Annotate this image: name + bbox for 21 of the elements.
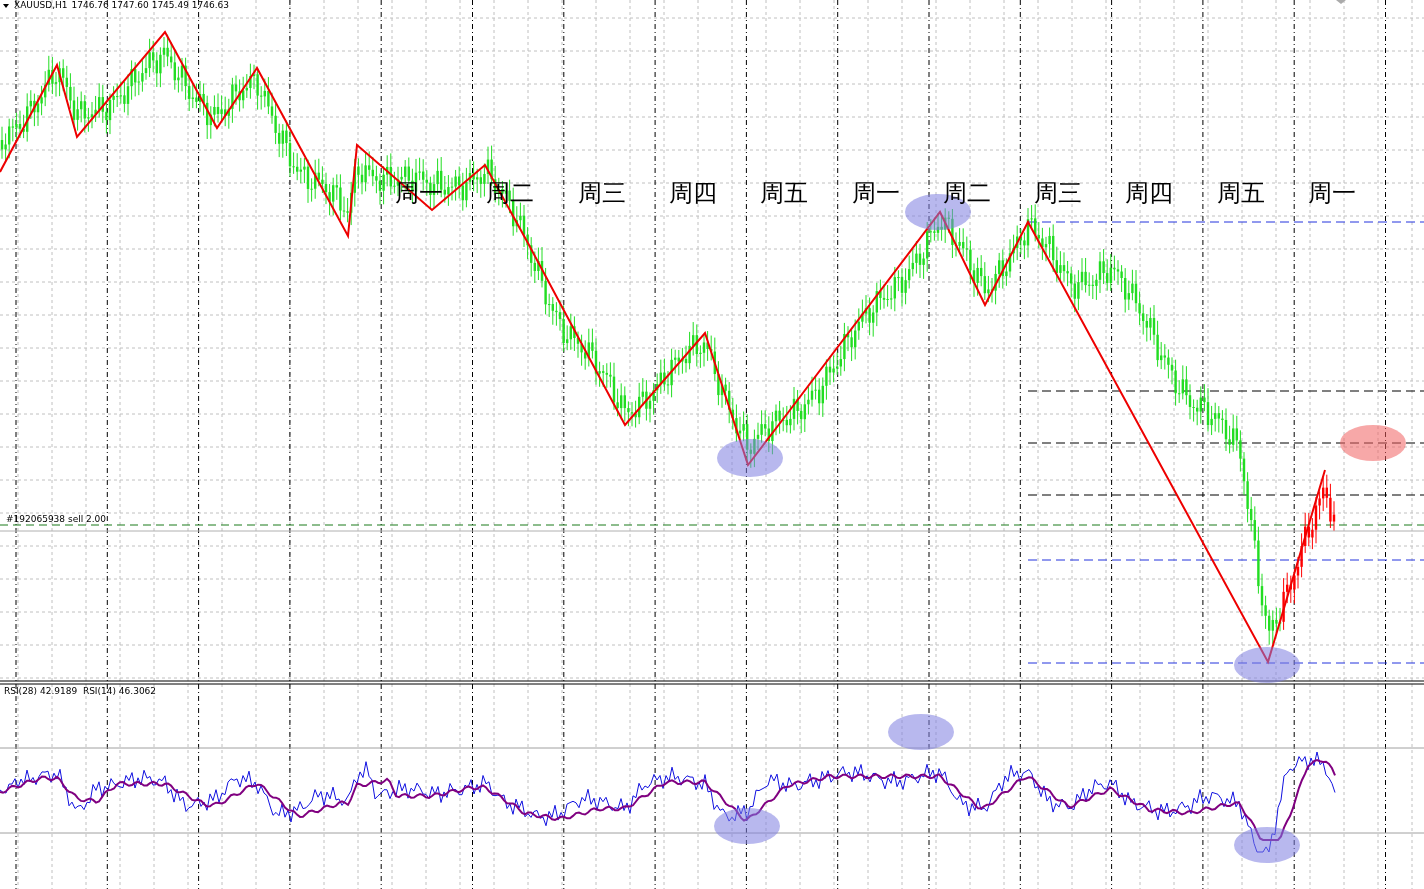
weekday-label: 周五 [1216,180,1265,207]
weekday-label: 周一 [851,180,900,207]
order-label: #192065938 sell 2.00 [6,514,107,524]
weekday-label: 周四 [668,180,717,207]
weekday-label: 周三 [1034,180,1083,207]
highlight-ellipse [1340,425,1406,461]
weekday-label: 周四 [1125,180,1174,207]
weekday-label: 周一 [1308,180,1356,207]
highlight-ellipse [888,714,954,750]
weekday-label: 周五 [760,180,809,207]
symbol-label: XAUUSD,H1 [14,0,68,10]
highlight-ellipse [717,439,783,477]
weekday-label: 周三 [577,180,626,207]
price-quotes: 1746.76 1747.60 1745.49 1746.63 [71,0,229,10]
highlight-ellipse [1234,647,1300,683]
caret-icon [1336,0,1346,4]
indicator-label: RSI(28) 42.9189 RSI(14) 46.3062 [4,686,157,696]
highlight-ellipse [714,808,780,844]
caret-icon[interactable] [3,4,9,8]
weekday-label: 周二 [942,180,991,207]
highlight-ellipse [1234,827,1300,863]
